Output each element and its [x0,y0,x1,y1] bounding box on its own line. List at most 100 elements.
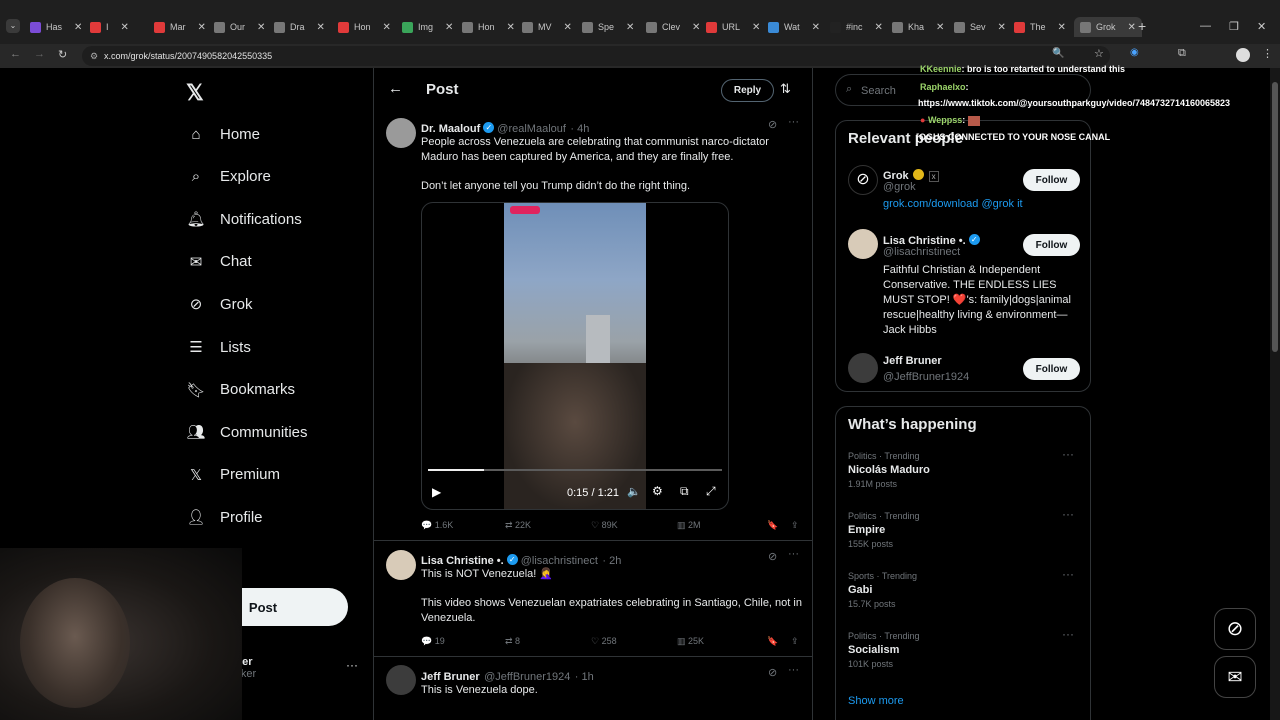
settings-icon[interactable]: ⚙ [652,484,663,498]
person-name[interactable]: Jeff Bruner [883,355,942,367]
nav-item-grok[interactable]: ⊘ Grok [186,294,253,314]
repost-action[interactable]: ⇄ 8 [505,636,591,647]
messages-float-button[interactable]: ✉ [1214,656,1256,698]
browser-tab[interactable]: Grok ✕ [1074,17,1142,37]
person-handle[interactable]: @lisachristinect [883,246,960,258]
share-icon[interactable]: ⇪ [791,636,799,647]
avatar[interactable] [848,229,878,259]
x-logo-icon[interactable]: 𝕏 [186,80,204,106]
close-window-button[interactable]: ✕ [1257,20,1266,33]
grok-avatar[interactable]: ⊘ [848,165,878,195]
browser-tab[interactable]: Mar ✕ [154,17,206,37]
author-name[interactable]: Dr. Maalouf [421,123,480,135]
close-tab-icon[interactable]: ✕ [1058,22,1066,33]
author-handle[interactable]: @JeffBruner1924 [484,671,570,683]
follow-button[interactable]: Follow [1023,234,1080,256]
author-name[interactable]: Jeff Bruner [421,671,480,683]
trend-item[interactable]: Sports · Trending Gabi 15.7K posts [848,571,1078,609]
browser-tab[interactable]: Wat ✕ [768,17,820,37]
new-tab-button[interactable]: + [1138,18,1146,34]
browser-tab[interactable]: I ✕ [90,17,129,37]
post-time[interactable]: · 2h [602,555,621,567]
close-tab-icon[interactable]: ✕ [507,22,515,33]
volume-icon[interactable]: 🔈 [627,485,641,498]
bookmark-icon[interactable]: 🔖 [767,520,791,531]
grok-icon[interactable]: ⊘ [768,666,777,679]
site-info-icon[interactable]: ⚙ [90,46,98,66]
more-icon[interactable]: ··· [1062,567,1074,581]
close-tab-icon[interactable]: ✕ [1128,22,1136,33]
close-tab-icon[interactable]: ✕ [445,22,453,33]
browser-tab[interactable]: The ✕ [1014,17,1066,37]
browser-tab[interactable]: Clev ✕ [646,17,700,37]
star-icon[interactable]: ☆ [1094,47,1104,60]
tab-search-button[interactable]: ⌄ [6,19,20,33]
back-icon[interactable]: ← [10,48,21,60]
close-tab-icon[interactable]: ✕ [998,22,1006,33]
close-tab-icon[interactable]: ✕ [875,22,883,33]
close-tab-icon[interactable]: ✕ [626,22,634,33]
url-input[interactable]: ⚙ x.com/grok/status/2007490582042550335 [82,46,1110,66]
browser-tab[interactable]: URL ✕ [706,17,760,37]
more-icon[interactable]: ··· [1062,627,1074,641]
play-icon[interactable]: ▶ [432,485,441,499]
browser-tab[interactable]: #inc ✕ [830,17,883,37]
follow-button[interactable]: Follow [1023,358,1080,380]
close-tab-icon[interactable]: ✕ [564,22,572,33]
more-icon[interactable]: ··· [1062,447,1074,461]
avatar[interactable] [386,665,416,695]
close-tab-icon[interactable]: ✕ [752,22,760,33]
avatar[interactable] [848,353,878,383]
pip-icon[interactable]: ⧉ [680,484,689,499]
nav-item-lists[interactable]: ☰ Lists [186,337,251,357]
repost-action[interactable]: ⇄ 22K [505,520,591,531]
fullscreen-icon[interactable]: ⤢ [706,484,716,499]
avatar[interactable] [386,118,416,148]
grok-icon[interactable]: ⊘ [768,118,777,131]
grok-icon[interactable]: ⊘ [768,550,777,563]
person-handle[interactable]: @JeffBruner1924 [883,371,969,383]
more-icon[interactable]: ··· [788,664,799,676]
reply-action[interactable]: 💬 1.6K [421,520,505,531]
grok-float-button[interactable]: ⊘ [1214,608,1256,650]
extension-icon[interactable]: ◉ [1130,47,1139,58]
close-tab-icon[interactable]: ✕ [198,22,206,33]
views-action[interactable]: ▥ 2M [677,520,767,531]
reload-icon[interactable]: ↻ [58,48,67,61]
post-time[interactable]: · 4h [570,123,589,135]
person-handle[interactable]: @grok [883,181,916,193]
forward-icon[interactable]: → [34,48,45,60]
browser-tab[interactable]: Hon ✕ [462,17,515,37]
reply-button[interactable]: Reply [721,79,774,102]
scrollbar[interactable] [1270,68,1280,720]
browser-tab[interactable]: Our ✕ [214,17,265,37]
nav-item-communities[interactable]: 👥︎ Communities [186,422,307,442]
browser-tab[interactable]: Hon ✕ [338,17,391,37]
reply-action[interactable]: 💬 19 [421,636,505,647]
more-icon[interactable]: ··· [1062,507,1074,521]
profile-avatar[interactable] [1236,48,1250,62]
nav-item-premium[interactable]: 𝕏 Premium [186,465,280,485]
close-tab-icon[interactable]: ✕ [317,22,325,33]
menu-icon[interactable]: ⋮ [1262,47,1273,60]
browser-tab[interactable]: Img ✕ [402,17,453,37]
close-tab-icon[interactable]: ✕ [74,22,82,33]
back-arrow-icon[interactable]: ← [388,80,403,97]
nav-item-home[interactable]: ⌂ Home [186,124,260,144]
views-action[interactable]: ▥ 25K [677,636,767,647]
author-handle[interactable]: @realMaalouf [497,123,566,135]
scrollbar-thumb[interactable] [1272,82,1278,352]
nav-item-notifications[interactable]: 🔔︎ Notifications [186,209,301,229]
more-icon[interactable]: ··· [788,116,799,128]
nav-item-explore[interactable]: ⌕ Explore [186,167,271,187]
author-handle[interactable]: @lisachristinect [521,555,598,567]
close-tab-icon[interactable]: ✕ [692,22,700,33]
video-progress-track[interactable] [428,469,722,471]
browser-tab[interactable]: Has ✕ [30,17,82,37]
show-more-link[interactable]: Show more [848,695,904,707]
follow-button[interactable]: Follow [1023,169,1080,191]
bookmark-icon[interactable]: 🔖 [767,636,791,647]
close-tab-icon[interactable]: ✕ [121,22,129,33]
author-name[interactable]: Lisa Christine •. [421,555,504,567]
minimize-button[interactable]: — [1200,20,1211,32]
